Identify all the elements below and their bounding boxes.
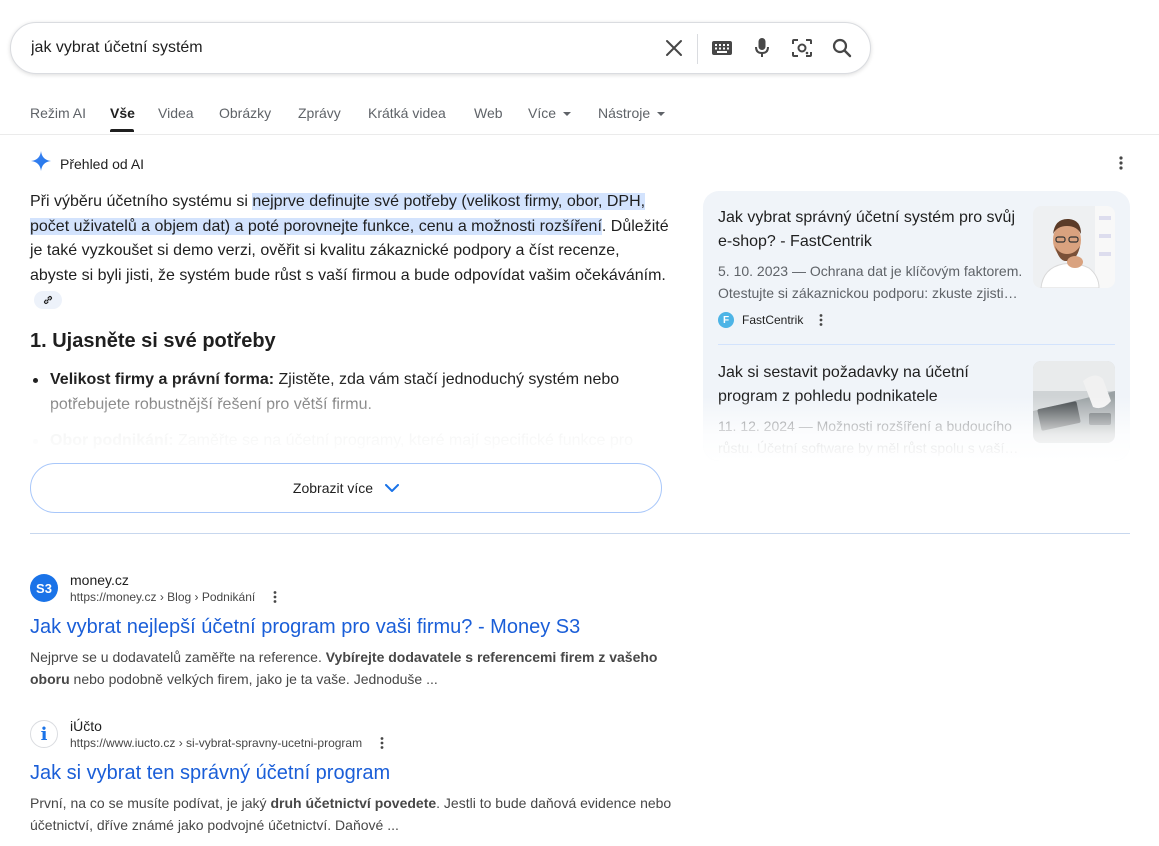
- tab-videos[interactable]: Videa: [158, 105, 194, 121]
- tab-more-label: Více: [528, 105, 557, 121]
- result-site-name: iÚčto: [70, 718, 102, 734]
- search-divider: [697, 34, 698, 64]
- chevron-down-icon: [563, 112, 572, 117]
- lens-camera-icon[interactable]: [790, 36, 814, 60]
- tab-more[interactable]: Více: [528, 105, 572, 121]
- more-options-icon[interactable]: [374, 735, 390, 751]
- chevron-down-icon: [385, 483, 400, 492]
- tab-ai-mode[interactable]: Režim AI: [30, 105, 86, 121]
- source-snippet: 11. 12. 2024 — Možnosti rozšíření a budo…: [718, 418, 1019, 456]
- snippet-text: nebo podobně velkých firem, jako je ta v…: [69, 671, 438, 687]
- tab-web[interactable]: Web: [474, 105, 503, 121]
- tab-tools-label: Nástroje: [598, 105, 651, 121]
- keyboard-icon[interactable]: [710, 36, 734, 60]
- link-icon: [43, 295, 53, 304]
- snippet-text: Nejprve se u dodavatelů zaměřte na refer…: [30, 649, 326, 665]
- ai-sparkle-icon: [30, 150, 52, 177]
- search-tabs: Režim AI Vše Videa Obrázky Zprávy Krátká…: [0, 98, 1159, 135]
- list-item-term: Obor podnikání:: [50, 432, 174, 449]
- show-more-button[interactable]: Zobrazit více: [30, 463, 662, 513]
- tab-all[interactable]: Vše: [110, 105, 135, 121]
- money-s3-favicon: S3: [30, 574, 58, 602]
- tab-images[interactable]: Obrázky: [219, 105, 271, 121]
- search-icon[interactable]: [830, 36, 854, 60]
- ai-sources-panel: Jak vybrat správný účetní systém pro svů…: [703, 191, 1130, 461]
- source-snippet: 5. 10. 2023 — Ochrana dat je klíčovým fa…: [718, 263, 1023, 301]
- result-site-name: money.cz: [70, 572, 129, 588]
- fastcentrik-logo: F: [718, 312, 734, 328]
- more-options-icon[interactable]: [813, 312, 829, 328]
- source-site: F FastCentrik: [718, 312, 1115, 328]
- more-options-icon[interactable]: [267, 589, 283, 605]
- list-item: Velikost firmy a právní forma: Zjistěte,…: [30, 368, 660, 417]
- result-source[interactable]: i iÚčto https://www.iucto.cz › si-vybrat…: [30, 718, 690, 750]
- source-card[interactable]: Jak vybrat správný účetní systém pro svů…: [718, 206, 1115, 328]
- summary-intro: Při výběru účetního systému si: [30, 193, 253, 210]
- list-item-text: Zjistěte, zda vám stačí jednoduchý systé…: [274, 371, 620, 388]
- search-bar: [10, 22, 871, 74]
- ai-section-heading: 1. Ujasněte si své potřeby: [30, 330, 276, 352]
- tab-news[interactable]: Zprávy: [298, 105, 341, 121]
- snippet-bold: druh účetnictví povedete: [270, 795, 437, 811]
- result-snippet: Nejprve se u dodavatelů zaměřte na refer…: [30, 646, 690, 690]
- ai-overview-summary: Při výběru účetního systému si nejprve d…: [30, 190, 670, 313]
- search-result: i iÚčto https://www.iucto.cz › si-vybrat…: [30, 718, 690, 836]
- source-thumbnail: [1033, 206, 1115, 288]
- tab-tools[interactable]: Nástroje: [598, 105, 666, 121]
- clear-icon[interactable]: [662, 36, 686, 60]
- source-title[interactable]: Jak vybrat správný účetní systém pro svů…: [718, 206, 1023, 254]
- show-more-label: Zobrazit více: [292, 480, 374, 496]
- favicon-text: i: [40, 723, 48, 745]
- source-card[interactable]: Jak si sestavit požadavky na účetní prog…: [718, 361, 1115, 459]
- source-divider: [718, 344, 1115, 345]
- result-url-text: https://www.iucto.cz › si-vybrat-spravny…: [70, 736, 363, 750]
- source-link-chip[interactable]: [34, 290, 62, 309]
- list-item-text-continued: potřebujete robustnější řešení pro větší…: [50, 395, 372, 413]
- ai-overview-title: Přehled od AI: [60, 155, 145, 172]
- iucto-favicon: i: [30, 720, 58, 748]
- search-result: S3 money.cz https://money.cz › Blog › Po…: [30, 572, 690, 690]
- result-source[interactable]: S3 money.cz https://money.cz › Blog › Po…: [30, 572, 690, 604]
- active-tab-indicator: [110, 129, 134, 132]
- result-title-link[interactable]: Jak vybrat nejlepší účetní program pro v…: [30, 614, 690, 640]
- source-title[interactable]: Jak si sestavit požadavky na účetní prog…: [718, 361, 1023, 409]
- result-url-text: https://money.cz › Blog › Podnikání: [70, 590, 256, 604]
- result-url: https://money.cz › Blog › Podnikání: [70, 589, 283, 605]
- ai-overview-header: Přehled od AI: [30, 150, 144, 177]
- tab-short-videos[interactable]: Krátká videa: [368, 105, 446, 121]
- microphone-icon[interactable]: [750, 36, 774, 60]
- result-title-link[interactable]: Jak si vybrat ten správný účetní program: [30, 760, 690, 786]
- ai-list: Velikost firmy a právní forma: Zjistěte,…: [30, 368, 660, 451]
- list-item-term: Velikost firmy a právní forma:: [50, 371, 275, 388]
- source-site-name: FastCentrik: [742, 313, 804, 327]
- list-item: Obor podnikání: Zaměřte se na účetní pro…: [30, 429, 660, 451]
- result-snippet: První, na co se musíte podívat, je jaký …: [30, 792, 690, 836]
- result-url: https://www.iucto.cz › si-vybrat-spravny…: [70, 735, 390, 751]
- search-input[interactable]: [31, 35, 651, 61]
- chevron-down-icon: [657, 112, 666, 117]
- snippet-text: První, na co se musíte podívat, je jaký: [30, 795, 271, 811]
- section-divider: [30, 533, 1130, 534]
- more-options-icon[interactable]: [1111, 153, 1131, 173]
- list-item-text: Zaměřte se na účetní programy, které maj…: [173, 432, 633, 449]
- source-thumbnail: [1033, 361, 1115, 443]
- favicon-text: S3: [36, 580, 52, 596]
